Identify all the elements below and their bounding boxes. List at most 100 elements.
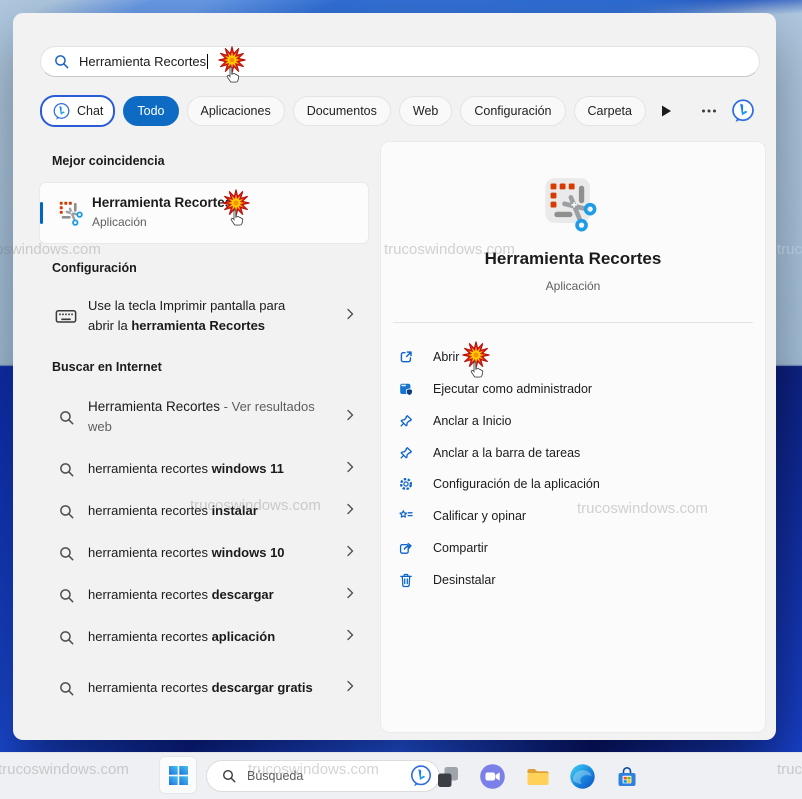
task-view-button[interactable] [434, 763, 461, 790]
settings-print-screen-item[interactable]: Use la tecla Imprimir pantalla para abri… [40, 288, 368, 344]
chevron-right-icon [342, 678, 358, 694]
action-open[interactable]: Abrir [397, 341, 749, 373]
settings-heading: Configuración [52, 261, 137, 275]
web-result-item[interactable]: herramienta recortes windows 11 [40, 448, 368, 490]
action-label: Anclar a la barra de tareas [433, 446, 580, 460]
search-icon [58, 461, 75, 478]
chevron-right-icon [342, 306, 358, 322]
action-pin-to-taskbar[interactable]: Anclar a la barra de tareas [397, 437, 749, 469]
tab-label: Web [413, 104, 438, 118]
gear-icon [398, 476, 414, 492]
action-label: Abrir [433, 350, 459, 364]
action-share[interactable]: Compartir [397, 532, 749, 564]
search-input[interactable]: Herramienta Recortes [40, 46, 760, 77]
search-icon [58, 629, 75, 646]
search-icon [58, 409, 75, 426]
ellipsis-icon [701, 108, 717, 114]
taskbar-search-box[interactable]: Búsqueda [206, 760, 440, 792]
chevron-right-icon [342, 627, 358, 643]
chevron-right-icon [342, 585, 358, 601]
web-result-item[interactable]: Herramienta Recortes - Ver resultados we… [40, 392, 368, 442]
tab-label: Configuración [474, 104, 551, 118]
app-type: Aplicación [381, 279, 765, 293]
web-result-item[interactable]: herramienta recortes descargar gratis [40, 663, 368, 713]
open-external-icon [398, 349, 414, 365]
web-search-heading: Buscar en Internet [52, 360, 162, 374]
rate-review-icon [398, 508, 414, 524]
search-filter-tabs: Chat Todo Aplicaciones Documentos Web Co… [40, 94, 758, 128]
action-rate-review[interactable]: Calificar y opinar [397, 500, 749, 532]
windows-logo-icon [169, 766, 188, 785]
edge-icon [569, 763, 596, 790]
search-icon [221, 768, 237, 784]
store-button[interactable] [613, 763, 640, 790]
search-icon [58, 587, 75, 604]
share-icon [398, 540, 414, 556]
action-uninstall[interactable]: Desinstalar [397, 564, 749, 596]
pin-icon [398, 445, 414, 461]
search-icon [58, 680, 75, 697]
snipping-tool-icon [56, 198, 86, 228]
settings-item-text: Use la tecla Imprimir pantalla para abri… [88, 296, 330, 336]
chevron-right-icon [342, 543, 358, 559]
action-label: Anclar a Inicio [433, 414, 512, 428]
best-match-item[interactable]: Herramienta Recortes Aplicación [40, 183, 368, 243]
bing-icon [52, 102, 71, 121]
chevron-right-icon [342, 501, 358, 517]
action-label: Calificar y opinar [433, 509, 526, 523]
edge-button[interactable] [569, 763, 596, 790]
tab-todo[interactable]: Todo [123, 96, 178, 126]
action-app-settings[interactable]: Configuración de la aplicación [397, 468, 749, 500]
run-as-admin-icon [398, 381, 414, 397]
taskbar: Búsqueda [0, 752, 802, 799]
pin-icon [398, 413, 414, 429]
tab-documentos[interactable]: Documentos [293, 96, 391, 126]
file-explorer-icon [525, 764, 551, 790]
watermark: trucoswindows.com [0, 761, 129, 778]
best-match-heading: Mejor coincidencia [52, 154, 165, 168]
more-options-button[interactable] [696, 98, 722, 124]
action-label: Desinstalar [433, 573, 496, 587]
chevron-right-icon [342, 407, 358, 423]
divider [393, 322, 753, 323]
search-query-text: Herramienta Recortes [79, 54, 206, 69]
tab-configuracion[interactable]: Configuración [460, 96, 565, 126]
action-label: Compartir [433, 541, 488, 555]
tab-web[interactable]: Web [399, 96, 452, 126]
web-result-item[interactable]: herramienta recortes descargar [40, 574, 368, 616]
watermark: trucoswindows.com [777, 761, 802, 778]
chat-icon [479, 763, 506, 790]
windows-search-screen: Herramienta Recortes Chat Todo Aplicacio… [0, 0, 802, 799]
tabs-scroll-right-button[interactable] [654, 98, 680, 124]
taskbar-search-placeholder: Búsqueda [247, 769, 409, 783]
start-button[interactable] [160, 757, 196, 793]
tab-aplicaciones[interactable]: Aplicaciones [187, 96, 285, 126]
bing-chat-button[interactable] [730, 98, 756, 124]
text-caret [207, 54, 208, 69]
file-explorer-button[interactable] [524, 763, 551, 790]
tab-label: Documentos [307, 104, 377, 118]
app-detail-panel: Herramienta Recortes Aplicación Abrir Ej… [381, 142, 765, 732]
action-label: Configuración de la aplicación [433, 477, 600, 491]
play-arrow-icon [662, 105, 672, 117]
search-icon [58, 503, 75, 520]
snipping-tool-icon [543, 176, 603, 238]
keyboard-icon [55, 305, 77, 327]
search-icon [58, 545, 75, 562]
web-result-item[interactable]: herramienta recortes instalar [40, 490, 368, 532]
tab-chat[interactable]: Chat [40, 95, 115, 127]
app-name: Herramienta Recortes [381, 249, 765, 269]
action-run-as-admin[interactable]: Ejecutar como administrador [397, 373, 749, 405]
tab-label: Chat [77, 104, 103, 118]
chat-button[interactable] [479, 763, 506, 790]
tab-label: Carpeta [588, 104, 632, 118]
tab-label: Todo [137, 104, 164, 118]
action-pin-to-start[interactable]: Anclar a Inicio [397, 405, 749, 437]
task-view-icon [435, 764, 461, 790]
trash-icon [398, 572, 414, 588]
web-result-item[interactable]: herramienta recortes windows 10 [40, 532, 368, 574]
best-match-type: Aplicación [92, 215, 147, 229]
web-result-item[interactable]: herramienta recortes aplicación [40, 616, 368, 658]
tab-carpeta[interactable]: Carpeta [574, 96, 646, 126]
bing-icon [730, 98, 756, 124]
